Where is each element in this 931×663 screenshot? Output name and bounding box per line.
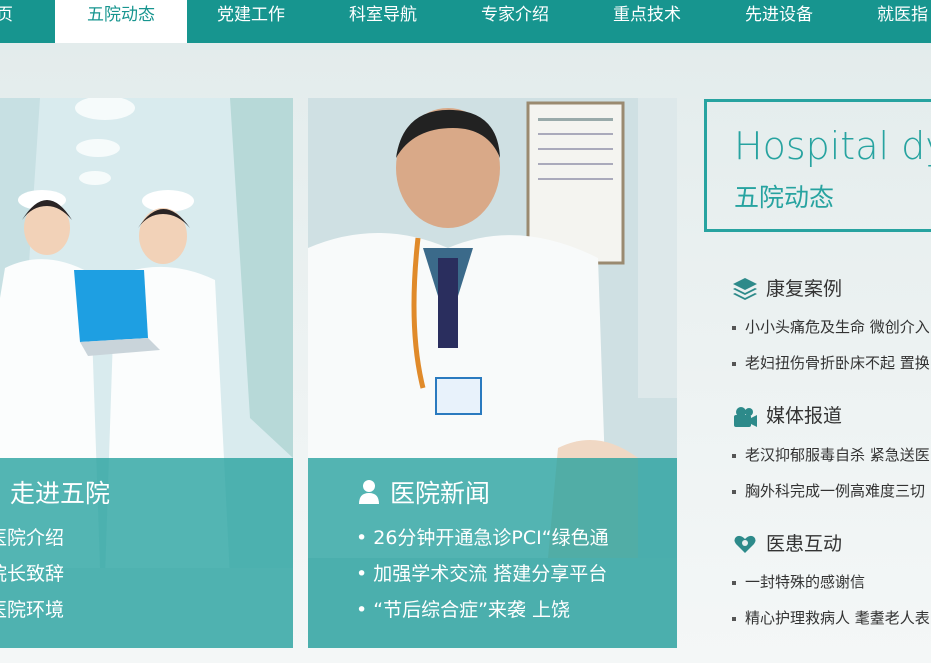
about-title-row: 走进五院 bbox=[0, 474, 110, 510]
news-link-academic[interactable]: • 加强学术交流 搭建分享平台 bbox=[356, 563, 607, 585]
news-item-text: 胸外科完成一例高难度三切 bbox=[745, 482, 926, 500]
user-icon bbox=[359, 480, 379, 504]
about-panel: 走进五院 医院介绍 院长致辞 医院环境 bbox=[0, 98, 293, 648]
news-panel: 医院新闻 • 26分钟开通急诊PCI“绿色通 • 加强学术交流 搭建分享平台 •… bbox=[308, 98, 677, 648]
section-recovery-title: 康复案例 bbox=[766, 278, 843, 300]
list-item: 医院介绍 bbox=[0, 520, 64, 556]
list-item: • “节后综合症”来袭 上饶 bbox=[356, 592, 609, 628]
about-links: 医院介绍 院长致辞 医院环境 bbox=[0, 520, 64, 628]
news-title-row: 医院新闻 bbox=[358, 474, 490, 510]
section-media-title: 媒体报道 bbox=[766, 405, 843, 427]
nav-item-home[interactable]: 页 bbox=[0, 0, 26, 43]
news-link-pci[interactable]: • 26分钟开通急诊PCI“绿色通 bbox=[356, 527, 609, 549]
nav-item-equipment[interactable]: 先进设备 bbox=[745, 0, 813, 43]
news-item[interactable]: 老妇扭伤骨折卧床不起 置换 bbox=[732, 352, 930, 373]
news-item[interactable]: 一封特殊的感谢信 bbox=[732, 571, 865, 592]
list-item: 院长致辞 bbox=[0, 556, 64, 592]
list-item: 医院环境 bbox=[0, 592, 64, 628]
list-item: • 加强学术交流 搭建分享平台 bbox=[356, 556, 609, 592]
camera-icon bbox=[734, 407, 757, 427]
bullet-icon bbox=[732, 325, 736, 330]
news-title: 医院新闻 bbox=[390, 479, 491, 508]
top-nav: 页 五院动态 党建工作 科室导航 专家介绍 重点技术 先进设备 就医指 bbox=[0, 0, 931, 43]
news-item-text: 老汉抑郁服毒自杀 紧急送医 bbox=[745, 446, 930, 464]
bullet-icon bbox=[732, 361, 736, 366]
section-interaction-title: 医患互动 bbox=[766, 533, 843, 555]
list-item: • 26分钟开通急诊PCI“绿色通 bbox=[356, 520, 609, 556]
dynamics-title-cn: 五院动态 bbox=[734, 183, 835, 212]
nav-item-key-tech[interactable]: 重点技术 bbox=[613, 0, 681, 43]
news-item-text: 一封特殊的感谢信 bbox=[745, 573, 866, 591]
news-item[interactable]: 老汉抑郁服毒自杀 紧急送医 bbox=[732, 444, 930, 465]
nav-item-departments[interactable]: 科室导航 bbox=[349, 0, 417, 43]
dynamics-title-box: Hospital dy 五院动态 bbox=[704, 99, 931, 232]
news-item-text: 小小头痛危及生命 微创介入 bbox=[745, 318, 930, 336]
nav-item-guide[interactable]: 就医指 bbox=[877, 0, 928, 43]
about-overlay: 走进五院 医院介绍 院长致辞 医院环境 bbox=[0, 458, 293, 648]
news-item-text: 老妇扭伤骨折卧床不起 置换 bbox=[745, 354, 930, 372]
nav-item-experts[interactable]: 专家介绍 bbox=[481, 0, 549, 43]
about-title: 走进五院 bbox=[10, 479, 111, 508]
nav-item-hospital-news[interactable]: 五院动态 bbox=[55, 0, 187, 43]
nav-item-party[interactable]: 党建工作 bbox=[217, 0, 285, 43]
about-link-intro[interactable]: 医院介绍 bbox=[0, 527, 64, 549]
layers-icon bbox=[733, 278, 757, 300]
news-item[interactable]: 小小头痛危及生命 微创介入 bbox=[732, 316, 930, 337]
news-item[interactable]: 胸外科完成一例高难度三切 bbox=[732, 480, 925, 501]
news-link-holiday[interactable]: • “节后综合症”来袭 上饶 bbox=[356, 599, 570, 621]
dynamics-title-en: Hospital dy bbox=[734, 124, 931, 168]
bullet-icon bbox=[732, 453, 736, 458]
bullet-icon bbox=[732, 580, 736, 585]
news-item-text: 精心护理救病人 耄耋老人表 bbox=[745, 609, 930, 627]
news-overlay: 医院新闻 • 26分钟开通急诊PCI“绿色通 • 加强学术交流 搭建分享平台 •… bbox=[308, 458, 677, 648]
about-link-president[interactable]: 院长致辞 bbox=[0, 563, 64, 585]
about-link-environment[interactable]: 医院环境 bbox=[0, 599, 64, 621]
news-item[interactable]: 精心护理救病人 耄耋老人表 bbox=[732, 607, 930, 628]
heart-hands-icon bbox=[734, 535, 756, 553]
bullet-icon bbox=[732, 616, 736, 621]
bullet-icon bbox=[732, 489, 736, 494]
news-links: • 26分钟开通急诊PCI“绿色通 • 加强学术交流 搭建分享平台 • “节后综… bbox=[356, 520, 609, 628]
